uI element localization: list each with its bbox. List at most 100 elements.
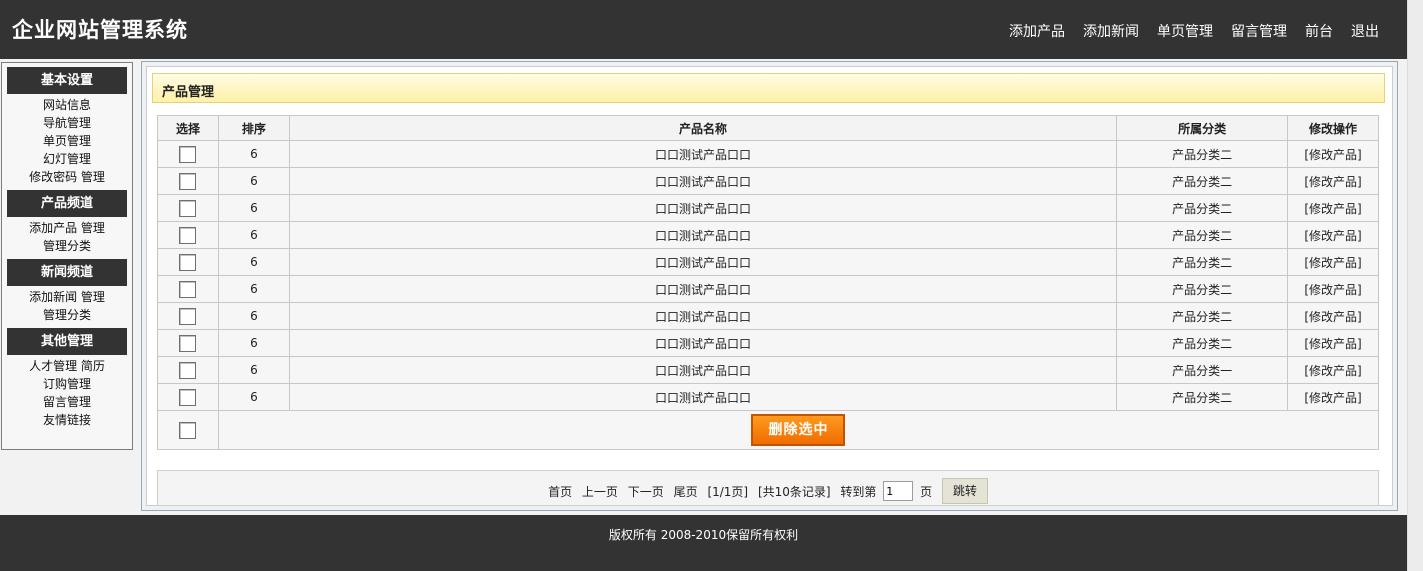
sidebar-heading-other: 其他管理 [7, 328, 127, 355]
sidebar-item-talent[interactable]: 人才管理 简历 [2, 357, 132, 375]
table-row: 6 口口测试产品口口 产品分类二 [修改产品] [157, 383, 1379, 411]
action-cell: [修改产品] [1287, 221, 1379, 249]
column-header-category: 所属分类 [1116, 115, 1289, 141]
table-row: 6 口口测试产品口口 产品分类二 [修改产品] [157, 302, 1379, 330]
sidebar-item-slide-manage[interactable]: 幻灯管理 [2, 150, 132, 168]
select-cell [157, 140, 219, 168]
edit-product-link[interactable]: [修改产品] [1304, 310, 1361, 324]
sidebar-item-news-categories[interactable]: 管理分类 [2, 306, 132, 324]
edit-product-link[interactable]: [修改产品] [1304, 283, 1361, 297]
nav-message-manage[interactable]: 留言管理 [1231, 21, 1287, 41]
table-row: 6 口口测试产品口口 产品分类二 [修改产品] [157, 140, 1379, 168]
jump-button[interactable]: 跳转 [941, 478, 988, 504]
nav-logout[interactable]: 退出 [1351, 21, 1379, 41]
order-cell: 6 [217, 140, 290, 168]
page-title: 产品管理 [162, 85, 215, 100]
select-cell [157, 356, 219, 384]
page-scrollbar[interactable] [1407, 0, 1423, 571]
top-nav: 添加产品 添加新闻 单页管理 留言管理 前台 退出 [1009, 21, 1379, 41]
product-name-cell: 口口测试产品口口 [288, 194, 1118, 222]
table-row: 6 口口测试产品口口 产品分类二 [修改产品] [157, 167, 1379, 195]
column-header-select: 选择 [157, 115, 219, 141]
last-page-link[interactable]: 尾页 [674, 485, 698, 499]
sidebar-heading-basic: 基本设置 [7, 67, 127, 94]
copyright-text: 版权所有 2008-2010保留所有权利 [608, 528, 799, 542]
table-row: 6 口口测试产品口口 产品分类一 [修改产品] [157, 356, 1379, 384]
first-page-link[interactable]: 首页 [548, 485, 572, 499]
category-cell: 产品分类二 [1116, 383, 1289, 411]
product-name-cell: 口口测试产品口口 [288, 329, 1118, 357]
select-cell [157, 167, 219, 195]
prev-page-link[interactable]: 上一页 [582, 485, 618, 499]
edit-product-link[interactable]: [修改产品] [1304, 337, 1361, 351]
product-name-cell: 口口测试产品口口 [288, 356, 1118, 384]
row-checkbox[interactable] [179, 361, 197, 379]
select-all-checkbox[interactable] [179, 421, 197, 439]
sidebar-item-orders[interactable]: 订购管理 [2, 375, 132, 393]
action-cell: [修改产品] [1287, 302, 1379, 330]
sidebar-item-password[interactable]: 修改密码 管理 [2, 168, 132, 186]
row-checkbox[interactable] [179, 226, 197, 244]
action-cell: [修改产品] [1287, 194, 1379, 222]
product-name-cell: 口口测试产品口口 [288, 248, 1118, 276]
sidebar-item-messages[interactable]: 留言管理 [2, 393, 132, 411]
sidebar-item-site-info[interactable]: 网站信息 [2, 96, 132, 114]
category-cell: 产品分类二 [1116, 221, 1289, 249]
row-checkbox[interactable] [179, 307, 197, 325]
edit-product-link[interactable]: [修改产品] [1304, 391, 1361, 405]
sidebar-item-nav-manage[interactable]: 导航管理 [2, 114, 132, 132]
nav-add-product[interactable]: 添加产品 [1009, 21, 1065, 41]
sidebar-item-product-categories[interactable]: 管理分类 [2, 237, 132, 255]
delete-selected-button[interactable]: 删除选中 [751, 414, 846, 446]
row-checkbox[interactable] [179, 199, 197, 217]
edit-product-link[interactable]: [修改产品] [1304, 256, 1361, 270]
table-row: 6 口口测试产品口口 产品分类二 [修改产品] [157, 221, 1379, 249]
product-table: 选择 排序 产品名称 所属分类 修改操作 6 口口测试产品口口 产品分类二 [修… [157, 115, 1380, 450]
edit-product-link[interactable]: [修改产品] [1304, 175, 1361, 189]
category-cell: 产品分类二 [1116, 194, 1289, 222]
edit-product-link[interactable]: [修改产品] [1304, 229, 1361, 243]
select-all-cell [157, 410, 219, 450]
edit-product-link[interactable]: [修改产品] [1304, 364, 1361, 378]
product-name-cell: 口口测试产品口口 [288, 383, 1118, 411]
sidebar-item-add-news[interactable]: 添加新闻 管理 [2, 288, 132, 306]
category-cell: 产品分类二 [1116, 302, 1289, 330]
nav-add-news[interactable]: 添加新闻 [1083, 21, 1139, 41]
action-cell: [修改产品] [1287, 356, 1379, 384]
action-cell: [修改产品] [1287, 383, 1379, 411]
table-row: 6 口口测试产品口口 产品分类二 [修改产品] [157, 248, 1379, 276]
edit-product-link[interactable]: [修改产品] [1304, 202, 1361, 216]
row-checkbox[interactable] [179, 388, 197, 406]
edit-product-link[interactable]: [修改产品] [1304, 148, 1361, 162]
sidebar: 基本设置 网站信息 导航管理 单页管理 幻灯管理 修改密码 管理 产品频道 添加… [1, 62, 133, 450]
next-page-link[interactable]: 下一页 [628, 485, 664, 499]
sidebar-heading-products: 产品频道 [7, 190, 127, 217]
category-cell: 产品分类二 [1116, 167, 1289, 195]
category-cell: 产品分类二 [1116, 140, 1289, 168]
table-row: 6 口口测试产品口口 产品分类二 [修改产品] [157, 275, 1379, 303]
sidebar-item-page-manage[interactable]: 单页管理 [2, 132, 132, 150]
row-checkbox[interactable] [179, 253, 197, 271]
table-header-row: 选择 排序 产品名称 所属分类 修改操作 [157, 115, 1379, 141]
order-cell: 6 [217, 356, 290, 384]
nav-frontend[interactable]: 前台 [1305, 21, 1333, 41]
sidebar-item-links[interactable]: 友情链接 [2, 411, 132, 429]
nav-page-manage[interactable]: 单页管理 [1157, 21, 1213, 41]
action-cell: [修改产品] [1287, 140, 1379, 168]
select-cell [157, 302, 219, 330]
table-row: 6 口口测试产品口口 产品分类二 [修改产品] [157, 329, 1379, 357]
category-cell: 产品分类二 [1116, 275, 1289, 303]
category-cell: 产品分类一 [1116, 356, 1289, 384]
order-cell: 6 [217, 248, 290, 276]
row-checkbox[interactable] [179, 280, 197, 298]
row-checkbox[interactable] [179, 334, 197, 352]
bulk-action-cell: 删除选中 [217, 410, 1380, 450]
row-checkbox[interactable] [179, 145, 197, 163]
order-cell: 6 [217, 221, 290, 249]
order-cell: 6 [217, 302, 290, 330]
action-cell: [修改产品] [1287, 248, 1379, 276]
page-number-input[interactable] [883, 481, 914, 501]
header: 企业网站管理系统 添加产品 添加新闻 单页管理 留言管理 前台 退出 [0, 0, 1407, 59]
row-checkbox[interactable] [179, 172, 197, 190]
sidebar-item-add-product[interactable]: 添加产品 管理 [2, 219, 132, 237]
